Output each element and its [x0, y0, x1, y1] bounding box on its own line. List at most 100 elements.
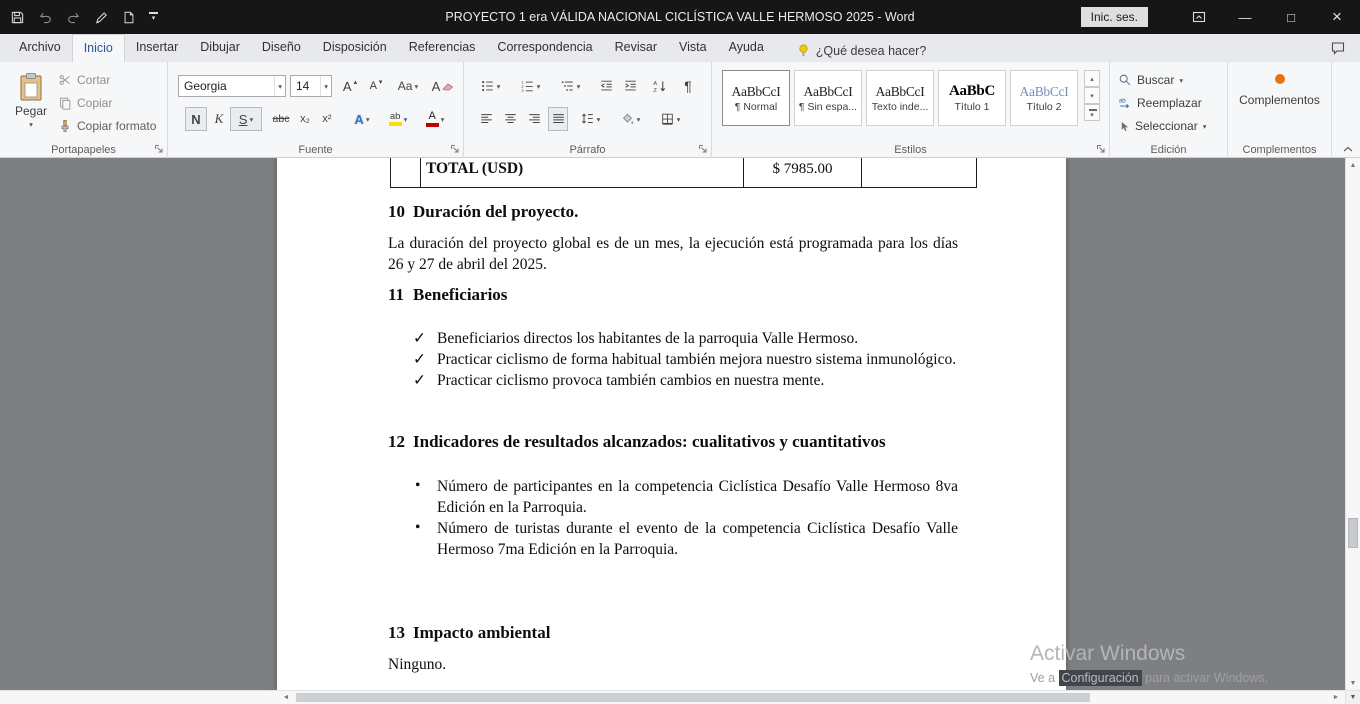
numbering-button[interactable]: 123▾ [516, 75, 544, 97]
ribbon-display-options-icon[interactable] [1176, 9, 1222, 25]
minimize-button[interactable]: — [1222, 0, 1268, 34]
style-name: ¶ Normal [735, 101, 777, 113]
align-right-button[interactable] [524, 107, 544, 131]
grow-font-button[interactable]: A▴ [338, 75, 362, 97]
scroll-down-icon[interactable]: ▼ [1346, 676, 1360, 690]
borders-button[interactable]: ▾ [656, 107, 684, 131]
show-paragraph-marks-button[interactable]: ¶ [678, 75, 698, 97]
find-button[interactable]: Buscar ▾ [1118, 70, 1183, 90]
table-cell-empty-2 [861, 158, 977, 187]
style-no-spacing[interactable]: AaBbCcI¶ Sin espa... [794, 70, 862, 126]
text-highlight-button[interactable]: ab▾ [382, 107, 414, 131]
vertical-scroll-thumb[interactable] [1348, 518, 1358, 548]
horizontal-scroll-thumb[interactable] [296, 693, 1090, 702]
tab-vista[interactable]: Vista [668, 34, 718, 62]
tell-me-box[interactable]: ¿Qué desea hacer? [797, 34, 927, 62]
table-row[interactable]: TOTAL (USD) $ 7985.00 [390, 158, 977, 188]
font-color-button[interactable]: A▾ [420, 107, 450, 131]
list-item: ✓Beneficiarios directos los habitantes d… [388, 328, 958, 349]
sign-in-button[interactable]: Inic. ses. [1081, 7, 1148, 27]
style-heading-2[interactable]: AaBbCcITítulo 2 [1010, 70, 1078, 126]
cut-label: Cortar [77, 73, 110, 87]
tab-dibujar[interactable]: Dibujar [189, 34, 251, 62]
horizontal-scrollbar[interactable]: ◄ ► [0, 690, 1345, 704]
borders-icon [660, 112, 675, 126]
tab-inicio[interactable]: Inicio [72, 34, 125, 62]
table-cell-total-label: TOTAL (USD) [420, 158, 743, 187]
styles-gallery-down-button[interactable]: ▾ [1084, 87, 1100, 104]
styles-gallery-more-button[interactable]: ▾ [1084, 104, 1100, 121]
up-icon: ▴ [354, 78, 358, 86]
styles-gallery-up-button[interactable]: ▴ [1084, 70, 1100, 87]
scroll-up-icon[interactable]: ▲ [1346, 158, 1360, 172]
paste-button[interactable]: Pegar ▾ [8, 68, 54, 152]
multilevel-list-button[interactable]: ▾ [556, 75, 584, 97]
select-button[interactable]: Seleccionar ▾ [1118, 116, 1206, 136]
maximize-button[interactable]: □ [1268, 0, 1314, 34]
superscript-button[interactable]: x² [316, 107, 338, 131]
subscript-button[interactable]: x₂ [294, 107, 316, 131]
tab-archivo[interactable]: Archivo [8, 34, 72, 62]
comments-icon[interactable] [1330, 40, 1346, 56]
vertical-scrollbar[interactable]: ▲ ▼ [1345, 158, 1360, 690]
strikethrough-button[interactable]: abc [268, 107, 294, 131]
style-indent-text[interactable]: AaBbCcITexto inde... [866, 70, 934, 126]
replace-button[interactable]: ab Reemplazar [1118, 93, 1202, 113]
line-spacing-button[interactable]: ▾ [576, 107, 604, 131]
clear-formatting-button[interactable]: A [428, 75, 458, 97]
scroll-left-icon[interactable]: ◄ [279, 691, 293, 704]
font-size-combobox[interactable]: 14 ▾ [290, 75, 332, 97]
tab-referencias[interactable]: Referencias [398, 34, 487, 62]
justify-button[interactable] [548, 107, 568, 131]
bold-button[interactable]: N [185, 107, 207, 131]
document-page[interactable]: TOTAL (USD) $ 7985.00 10Duración del pro… [277, 158, 1066, 690]
increase-indent-button[interactable] [620, 75, 640, 97]
redo-icon[interactable] [66, 10, 81, 25]
sort-button[interactable]: AZ [648, 75, 670, 97]
align-left-button[interactable] [476, 107, 496, 131]
decrease-indent-icon [599, 79, 614, 93]
style-heading-1[interactable]: AaBbCTítulo 1 [938, 70, 1006, 126]
copy-button[interactable]: Copiar [58, 93, 112, 113]
tab-revisar[interactable]: Revisar [604, 34, 668, 62]
bullets-button[interactable]: ▾ [476, 75, 504, 97]
shrink-font-button[interactable]: A▾ [364, 75, 388, 97]
chevron-down-icon: ▾ [414, 82, 418, 91]
clear-format-glyph: A [432, 79, 441, 94]
tab-disposicion[interactable]: Disposición [312, 34, 398, 62]
tab-ayuda[interactable]: Ayuda [718, 34, 775, 62]
bullet-icon: • [415, 475, 420, 496]
grow-font-glyph: A [343, 79, 352, 94]
next-page-icon[interactable]: ▼ [1350, 694, 1357, 701]
new-document-icon[interactable] [122, 10, 136, 25]
underline-button[interactable]: S▾ [230, 107, 262, 131]
italic-button[interactable]: K [208, 107, 230, 131]
text-effects-button[interactable]: A▾ [348, 107, 376, 131]
tab-diseno[interactable]: Diseño [251, 34, 312, 62]
font-family-combobox[interactable]: Georgia ▾ [178, 75, 286, 97]
style-normal[interactable]: AaBbCcI¶ Normal [722, 70, 790, 126]
close-button[interactable]: × [1314, 0, 1360, 34]
tab-correspondencia[interactable]: Correspondencia [486, 34, 603, 62]
heading-number: 12 [388, 432, 413, 452]
save-icon[interactable] [10, 10, 25, 25]
addins-button[interactable]: Complementos [1228, 74, 1331, 107]
cursor-arrow-icon [1118, 120, 1130, 133]
format-painter-button[interactable]: Copiar formato [58, 116, 156, 136]
chevron-down-icon: ▾ [1203, 122, 1207, 131]
customize-quick-access-button[interactable]: ▾ [149, 12, 158, 22]
scrollbar-corner[interactable]: ▼ [1345, 690, 1360, 704]
undo-icon[interactable] [38, 10, 53, 25]
bullet-list-icon [480, 79, 495, 93]
cut-button[interactable]: Cortar [58, 70, 110, 90]
multilevel-list-icon [560, 79, 575, 93]
scroll-right-icon[interactable]: ► [1329, 691, 1343, 704]
tab-insertar[interactable]: Insertar [125, 34, 189, 62]
ink-pen-icon[interactable] [94, 10, 109, 25]
decrease-indent-button[interactable] [596, 75, 616, 97]
shading-button[interactable]: ▾ [616, 107, 644, 131]
collapse-ribbon-icon[interactable] [1342, 145, 1354, 153]
align-center-button[interactable] [500, 107, 520, 131]
addin-dot-icon [1275, 74, 1285, 84]
change-case-button[interactable]: Aa▾ [392, 75, 424, 97]
